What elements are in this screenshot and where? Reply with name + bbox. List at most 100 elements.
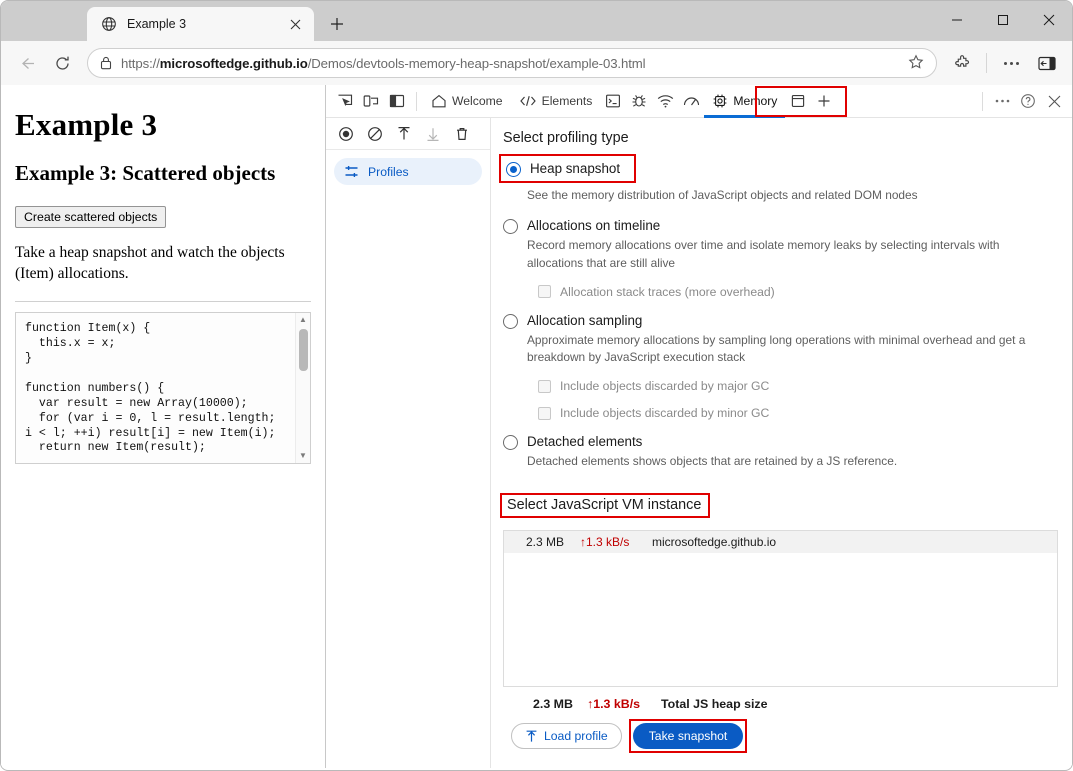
load-profile-icon[interactable] xyxy=(390,121,417,147)
scrollbar-thumb[interactable] xyxy=(298,328,308,371)
new-tab-button[interactable] xyxy=(320,9,354,39)
close-devtools-icon[interactable] xyxy=(1041,88,1067,114)
option-label: Allocations on timeline xyxy=(527,217,661,233)
checkbox-box[interactable] xyxy=(538,379,551,393)
ellipsis-icon[interactable] xyxy=(994,47,1028,79)
tab-close-icon[interactable] xyxy=(284,13,306,35)
help-question-icon[interactable] xyxy=(1015,88,1041,114)
option-label: Detached elements xyxy=(527,434,643,450)
toolbar-divider xyxy=(416,91,417,111)
radio-allocation-sampling[interactable] xyxy=(503,313,518,329)
star-icon[interactable] xyxy=(908,54,926,72)
devtools-toolbar: Welcome Elements Memory xyxy=(326,85,1072,118)
devtools-sidebar: Profiles xyxy=(326,118,491,768)
home-icon xyxy=(431,93,447,109)
checkbox-label: Allocation stack traces (more overhead) xyxy=(560,284,775,299)
code-scrollbar[interactable]: ▲ ▼ xyxy=(295,312,311,463)
option-description: Record memory allocations over time and … xyxy=(527,237,1000,270)
checkbox-box[interactable] xyxy=(538,406,551,420)
close-button[interactable] xyxy=(1026,1,1072,39)
tab-memory[interactable]: Memory xyxy=(704,86,786,118)
inspect-element-icon[interactable] xyxy=(332,88,358,114)
content-area: Example 3 Example 3: Scattered objects C… xyxy=(1,85,1072,768)
back-button[interactable] xyxy=(9,47,43,79)
record-icon[interactable] xyxy=(332,121,359,147)
option-heap-snapshot[interactable]: Heap snapshot xyxy=(499,154,637,183)
devtools-body: Profiles Select profiling type Heap snap… xyxy=(326,118,1072,768)
profiler-controls xyxy=(326,118,490,150)
checkbox-box[interactable] xyxy=(538,285,551,299)
page-subtitle: Example 3: Scattered objects xyxy=(15,161,276,185)
total-heap-size: 2.3 MB xyxy=(533,697,573,712)
radio-heap-snapshot[interactable] xyxy=(506,162,521,177)
window-controls xyxy=(934,1,1072,39)
divider xyxy=(15,300,311,302)
tab-strip: Example 3 xyxy=(1,1,1072,41)
checkbox-major-gc[interactable]: Include objects discarded by major GC xyxy=(538,379,1058,393)
tab-elements[interactable]: Elements xyxy=(511,86,601,117)
sidebar-item-label: Profiles xyxy=(368,164,409,179)
minimize-button[interactable] xyxy=(934,1,980,39)
add-tab-icon[interactable] xyxy=(811,88,837,114)
lock-icon xyxy=(100,56,112,70)
option-allocations-on-timeline[interactable]: Allocations on timeline xyxy=(503,217,1058,234)
load-profile-button[interactable]: Load profile xyxy=(511,723,622,750)
browser-tab[interactable]: Example 3 xyxy=(87,7,314,41)
puzzle-icon[interactable] xyxy=(945,47,979,79)
address-bar-url: https://microsoftedge.github.io/Demos/de… xyxy=(121,55,646,71)
address-bar[interactable]: https://microsoftedge.github.io/Demos/de… xyxy=(87,48,937,78)
checkbox-label: Include objects discarded by major GC xyxy=(560,379,770,394)
refresh-button[interactable] xyxy=(45,47,79,79)
clear-icon[interactable] xyxy=(361,121,388,147)
total-heap-summary: 2.3 MB ↑1.3 kB/s Total JS heap size xyxy=(533,697,1058,711)
option-description: See the memory distribution of JavaScrip… xyxy=(527,188,918,202)
memory-profiling-panel: Select profiling type Heap snapshot See … xyxy=(491,118,1072,768)
checkbox-minor-gc[interactable]: Include objects discarded by minor GC xyxy=(538,406,1058,420)
create-scattered-objects-button[interactable]: Create scattered objects xyxy=(15,206,167,228)
option-allocation-sampling[interactable]: Allocation sampling xyxy=(503,312,1058,329)
upload-arrow-icon xyxy=(525,730,538,743)
vm-instance-title: Select JavaScript VM instance xyxy=(500,493,711,519)
delete-icon[interactable] xyxy=(448,121,475,147)
tab-label: Memory xyxy=(733,94,778,108)
globe-icon xyxy=(101,16,117,32)
web-page-content: Example 3 Example 3: Scattered objects C… xyxy=(1,85,326,768)
network-wifi-icon[interactable] xyxy=(652,88,678,114)
sidebar-item-profiles[interactable]: Profiles xyxy=(334,158,482,185)
total-heap-label: Total JS heap size xyxy=(661,697,768,712)
radio-allocations-on-timeline[interactable] xyxy=(503,218,518,234)
memory-chip-icon xyxy=(712,93,728,109)
checkbox-label: Include objects discarded by minor GC xyxy=(560,406,770,421)
debugger-bug-icon[interactable] xyxy=(626,88,652,114)
vm-heap-rate: ↑1.3 kB/s xyxy=(580,535,630,550)
sidebar-toggle-icon[interactable] xyxy=(1030,47,1064,79)
dock-side-icon[interactable] xyxy=(384,88,410,114)
take-snapshot-button[interactable]: Take snapshot xyxy=(632,723,744,750)
scroll-up-icon[interactable]: ▲ xyxy=(296,313,311,327)
vm-instance-row[interactable]: 2.3 MB ↑1.3 kB/s microsoftedge.github.io xyxy=(504,531,1057,554)
code-brackets-icon xyxy=(519,94,537,108)
option-description: Detached elements shows objects that are… xyxy=(527,454,898,469)
save-profile-icon[interactable] xyxy=(419,121,446,147)
console-icon[interactable] xyxy=(600,88,626,114)
devtools-toolbar-right xyxy=(976,88,1067,114)
vm-heap-size: 2.3 MB xyxy=(526,535,565,550)
maximize-button[interactable] xyxy=(980,1,1026,39)
toolbar-right xyxy=(945,47,1064,79)
take-snapshot-highlight: Take snapshot xyxy=(628,719,748,754)
vm-instance-list[interactable]: 2.3 MB ↑1.3 kB/s microsoftedge.github.io xyxy=(503,530,1058,688)
code-sample-box: function Item(x) { this.x = x; } functio… xyxy=(15,311,311,464)
application-window-icon[interactable] xyxy=(785,88,811,114)
more-options-icon[interactable] xyxy=(989,88,1015,114)
toolbar-divider xyxy=(986,53,987,73)
toolbar-divider xyxy=(982,91,983,111)
option-detached-elements[interactable]: Detached elements xyxy=(503,433,1058,451)
checkbox-allocation-stack-traces[interactable]: Allocation stack traces (more overhead) xyxy=(538,285,1058,299)
radio-detached-elements[interactable] xyxy=(503,435,518,451)
option-label: Heap snapshot xyxy=(530,161,621,176)
scroll-down-icon[interactable]: ▼ xyxy=(296,449,311,463)
performance-gauge-icon[interactable] xyxy=(678,88,704,114)
tab-welcome[interactable]: Welcome xyxy=(423,86,511,117)
device-emulation-icon[interactable] xyxy=(358,88,384,114)
profiling-type-title: Select profiling type xyxy=(503,130,629,146)
